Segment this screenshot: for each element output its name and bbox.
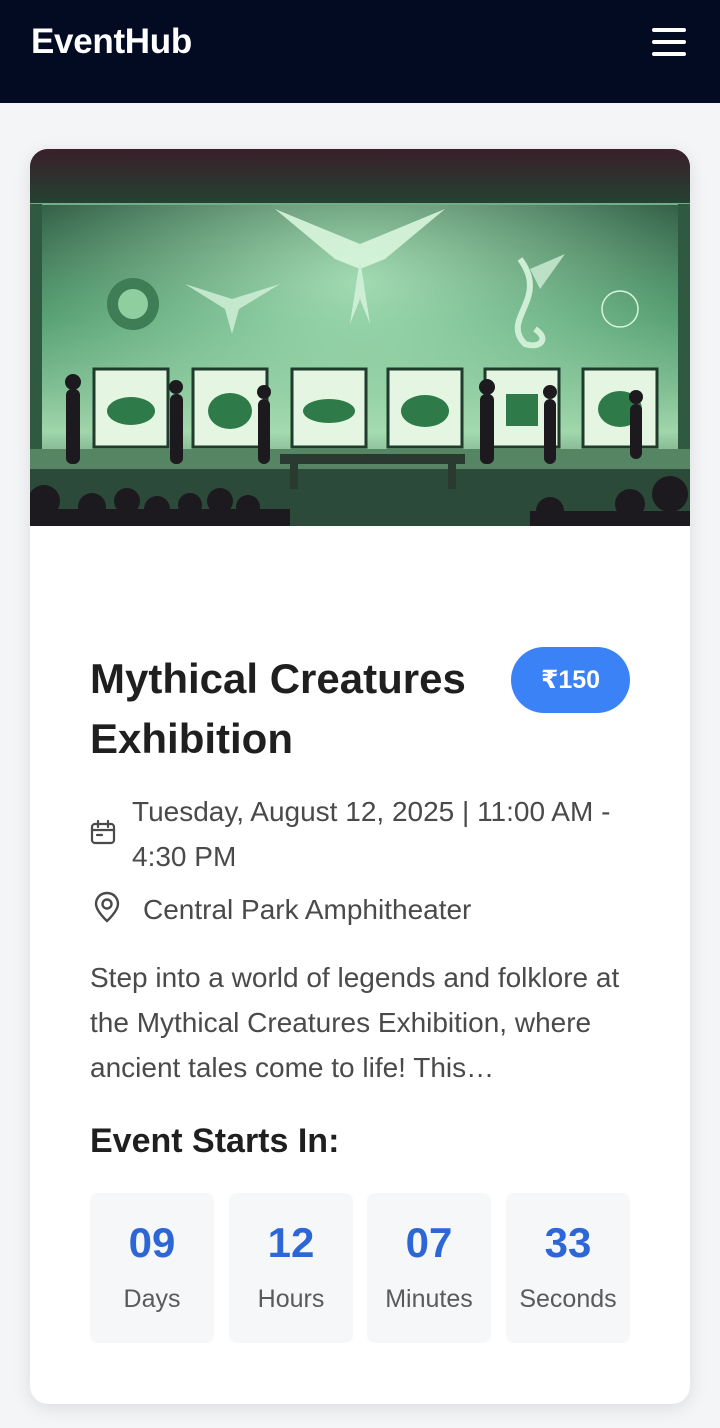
countdown-value: 07 — [405, 1219, 453, 1266]
countdown-value: 09 — [128, 1219, 176, 1266]
countdown-label: Days — [123, 1285, 181, 1313]
event-location-row: Central Park Amphitheater — [90, 887, 640, 932]
calendar-icon — [90, 819, 116, 879]
countdown-label: Minutes — [385, 1285, 473, 1313]
event-date-row: Tuesday, August 12, 2025 | 11:00 AM - 4:… — [90, 789, 640, 879]
price-badge: ₹150 — [511, 647, 630, 713]
countdown-seconds: 33 Seconds — [506, 1193, 630, 1343]
countdown-label: Seconds — [519, 1285, 617, 1313]
event-card[interactable]: Mythical Creatures Exhibition ₹150 Tuesd… — [30, 149, 690, 1404]
hamburger-menu-icon[interactable] — [652, 27, 686, 56]
location-pin-icon — [90, 890, 126, 929]
countdown-timer: 09 Days 12 Hours 07 Minutes 33 Seconds — [90, 1193, 630, 1343]
brand-logo[interactable]: EventHub — [31, 22, 192, 62]
event-location: Central Park Amphitheater — [143, 894, 472, 925]
countdown-minutes: 07 Minutes — [367, 1193, 491, 1343]
countdown-value: 33 — [544, 1219, 592, 1266]
event-hero-image — [30, 149, 690, 526]
top-navbar: EventHub — [0, 0, 720, 103]
event-title: Mythical Creatures Exhibition — [90, 655, 466, 762]
countdown-hours: 12 Hours — [229, 1193, 353, 1343]
countdown-value: 12 — [267, 1219, 315, 1266]
event-description: Step into a world of legends and folklor… — [90, 962, 620, 1083]
event-date-time: Tuesday, August 12, 2025 | 11:00 AM - 4:… — [132, 796, 611, 872]
countdown-days: 09 Days — [90, 1193, 214, 1343]
countdown-title: Event Starts In: — [90, 1122, 340, 1160]
countdown-label: Hours — [257, 1285, 325, 1313]
